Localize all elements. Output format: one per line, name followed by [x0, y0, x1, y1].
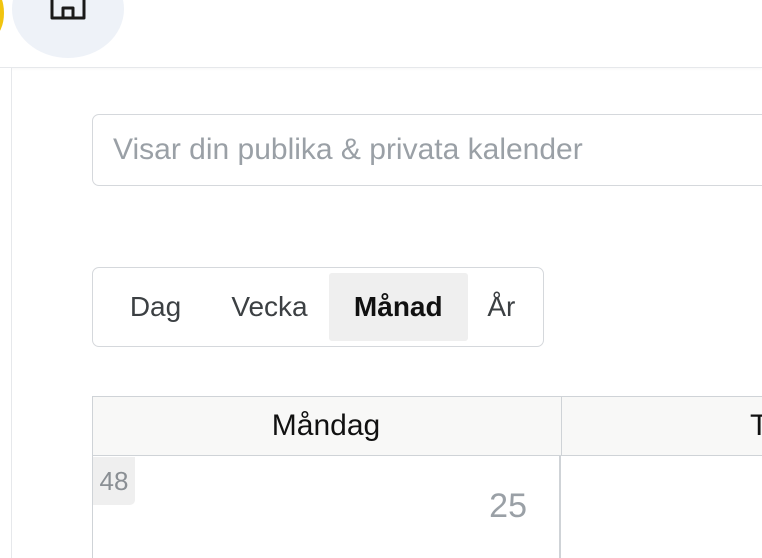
tab-year[interactable]: År [468, 273, 535, 341]
calendar-day-cell[interactable]: 48 25 [93, 457, 559, 558]
day-number: 25 [489, 487, 527, 525]
tab-day[interactable]: Dag [101, 273, 210, 341]
weekday-header-monday: Måndag [271, 409, 381, 442]
week-number-badge: 48 [93, 457, 135, 505]
app-screen: Dag Vecka Månad År Måndag T 48 25 [0, 0, 762, 558]
calendar-search-input[interactable] [92, 114, 762, 186]
home-button[interactable] [12, 0, 124, 58]
view-switcher: Dag Vecka Månad År [92, 267, 544, 347]
weekday-header-tuesday: T [561, 397, 762, 455]
home-icon [50, 0, 86, 20]
top-header [0, 0, 762, 68]
tab-month[interactable]: Månad [328, 273, 468, 341]
column-divider [559, 455, 561, 558]
calendar-header-row: Måndag T [93, 397, 762, 456]
avatar-edge[interactable] [0, 0, 4, 36]
weekday-header-tuesday-label: T [750, 409, 762, 442]
left-sidebar-rail [0, 68, 12, 558]
tab-week[interactable]: Vecka [210, 273, 329, 341]
month-calendar: Måndag T 48 25 [92, 396, 762, 558]
